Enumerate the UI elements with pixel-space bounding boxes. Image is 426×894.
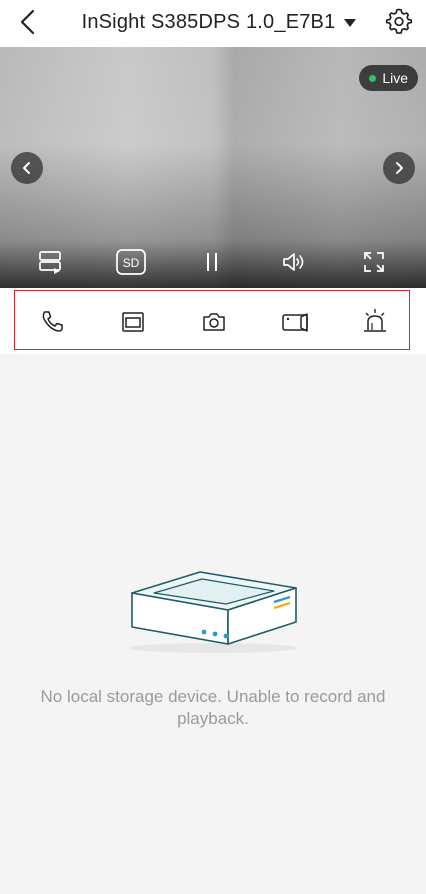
alarm-light-icon xyxy=(364,309,386,332)
empty-state: No local storage device. Unable to recor… xyxy=(0,354,426,894)
next-camera-button[interactable] xyxy=(383,152,415,184)
video-record-icon xyxy=(282,313,308,332)
live-status-dot xyxy=(369,74,377,82)
picture-in-picture-button[interactable] xyxy=(118,307,148,337)
talk-button[interactable] xyxy=(37,307,67,337)
storage-playback-button[interactable] xyxy=(34,246,66,278)
chevron-right-icon xyxy=(396,162,403,174)
pause-icon xyxy=(207,253,217,271)
chevron-left-icon xyxy=(23,162,30,174)
window-icon xyxy=(122,312,144,332)
video-controls-bar: SD xyxy=(0,240,426,288)
snapshot-button[interactable] xyxy=(199,307,229,337)
action-toolbar-highlight xyxy=(14,290,410,350)
settings-button[interactable] xyxy=(384,6,414,36)
caret-down-icon xyxy=(344,19,357,27)
app-header: InSight S385DPS 1.0_E7B1 xyxy=(0,0,426,47)
gear-icon xyxy=(385,8,413,35)
previous-camera-button[interactable] xyxy=(11,152,43,184)
device-title: InSight S385DPS 1.0_E7B1 xyxy=(81,10,336,33)
pause-button[interactable] xyxy=(196,246,228,278)
camera-icon xyxy=(203,313,225,331)
storage-device-illustration xyxy=(130,571,298,653)
speaker-icon xyxy=(283,253,304,271)
volume-button[interactable] xyxy=(277,246,309,278)
quality-sd-button[interactable]: SD xyxy=(115,246,147,278)
fullscreen-button[interactable] xyxy=(358,246,390,278)
alarm-button[interactable] xyxy=(360,307,390,337)
title-dropdown[interactable]: InSight S385DPS 1.0_E7B1 xyxy=(0,0,426,44)
sd-quality-icon: SD xyxy=(116,249,146,275)
sd-label: SD xyxy=(123,256,140,270)
phone-icon xyxy=(42,311,63,332)
fullscreen-icon xyxy=(364,252,384,272)
record-button[interactable] xyxy=(280,307,310,337)
live-badge: Live xyxy=(359,65,418,91)
live-video-view[interactable]: Live SD xyxy=(0,47,426,288)
action-toolbar xyxy=(0,288,426,354)
empty-state-message: No local storage device. Unable to recor… xyxy=(40,687,386,728)
storage-icon xyxy=(39,251,61,274)
live-label: Live xyxy=(382,70,408,86)
